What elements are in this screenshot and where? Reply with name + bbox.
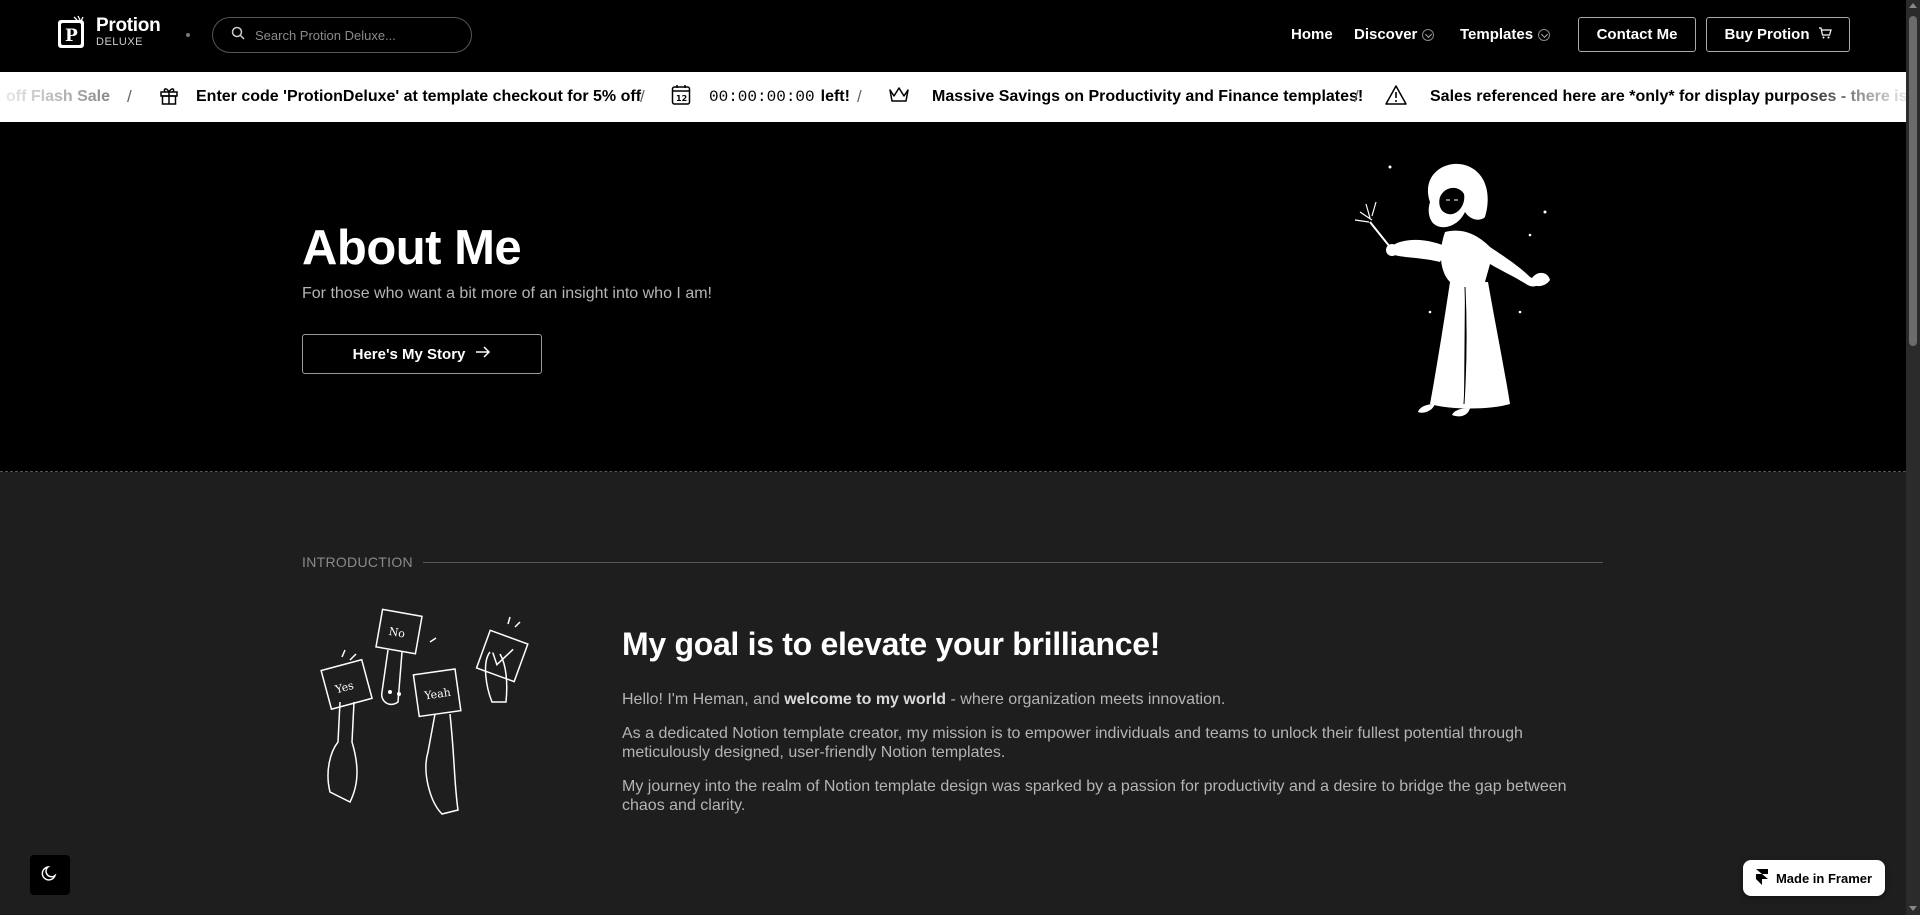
moon-icon	[41, 864, 59, 887]
svg-text:P: P	[65, 26, 78, 46]
intro-heading: My goal is to elevate your brilliance!	[622, 626, 1161, 662]
warning-icon	[1384, 84, 1408, 111]
made-in-framer-badge[interactable]: Made in Framer	[1743, 860, 1885, 896]
heres-my-story-label: Here's My Story	[352, 345, 466, 363]
framer-icon	[1755, 868, 1768, 888]
page-title: About Me	[302, 221, 522, 275]
wizard-girl-illustration	[1340, 142, 1580, 442]
calendar-icon: 12	[671, 84, 691, 111]
ticker-separator: /	[127, 87, 132, 106]
buy-protion-button[interactable]: Buy Protion	[1706, 17, 1850, 52]
section-label: INTRODUCTION	[302, 554, 413, 570]
framer-badge-label: Made in Framer	[1775, 870, 1873, 886]
chevron-down-icon	[1422, 28, 1435, 41]
ticker-savings-item: Massive Savings on Productivity and Fina…	[888, 72, 1363, 122]
ticker-separator: /	[640, 87, 645, 106]
intro-p1-suffix: - where organization meets innovation.	[946, 691, 1226, 708]
scroll-up-arrow-icon[interactable]	[1909, 3, 1917, 8]
svg-text:12: 12	[676, 94, 687, 103]
search-icon	[231, 26, 245, 45]
gift-icon	[158, 84, 180, 111]
scrollbar-thumb[interactable]	[1909, 16, 1917, 346]
heres-my-story-button[interactable]: Here's My Story	[302, 334, 542, 374]
ticker-separator: /	[857, 87, 862, 106]
site-header: P Protion DELUXE Home Discover Templates…	[0, 0, 1906, 72]
page-scrollbar[interactable]	[1906, 0, 1920, 915]
countdown-suffix: left!	[820, 88, 850, 105]
about-hero: About Me For those who want a bit more o…	[0, 122, 1906, 472]
intro-p1-prefix: Hello! I'm Heman, and	[622, 691, 785, 708]
voting-hands-illustration: Yes No Yeah	[310, 602, 560, 822]
ticker-code-item: Enter code 'ProtionDeluxe' at template c…	[158, 72, 641, 122]
svg-text:Yeah: Yeah	[423, 686, 452, 703]
nav-home[interactable]: Home	[1291, 26, 1333, 43]
promo-ticker: off Flash Sale / Enter code 'ProtionDelu…	[0, 72, 1906, 122]
contact-me-button[interactable]: Contact Me	[1578, 17, 1696, 52]
intro-paragraph-2: As a dedicated Notion template creator, …	[622, 725, 1523, 762]
scroll-down-arrow-icon[interactable]	[1909, 906, 1917, 911]
divider-dot	[186, 33, 190, 37]
arrow-right-icon	[475, 345, 491, 363]
introduction-section: INTRODUCTION Yes No Yeah My goal is to e…	[0, 472, 1906, 915]
ticker-flash-sale: off Flash Sale	[6, 88, 111, 105]
search-box[interactable]	[212, 17, 472, 53]
dark-mode-toggle[interactable]	[30, 855, 70, 895]
ticker-countdown-item: 12 00:00:00:00 left!	[671, 72, 850, 122]
ticker-separator: /	[1354, 87, 1359, 106]
ticker-savings-text: Massive Savings on Productivity and Fina…	[932, 88, 1364, 105]
section-divider	[423, 562, 1603, 563]
intro-paragraph-1: Hello! I'm Heman, and welcome to my worl…	[622, 690, 1607, 709]
svg-text:Yes: Yes	[333, 679, 356, 697]
nav-templates-label: Templates	[1460, 26, 1534, 43]
countdown-timer: 00:00:00:00	[709, 88, 815, 106]
svg-text:No: No	[388, 625, 407, 641]
hero-subtitle: For those who want a bit more of an insi…	[302, 285, 712, 302]
ticker-code-text: Enter code 'ProtionDeluxe' at template c…	[196, 88, 642, 105]
logo-subtitle: DELUXE	[96, 36, 144, 48]
search-input[interactable]	[255, 27, 455, 43]
logo[interactable]: P Protion DELUXE	[56, 14, 161, 50]
ticker-disclaimer-item: Sales referenced here are *only* for dis…	[1384, 72, 1906, 122]
logo-title: Protion	[96, 15, 161, 36]
ticker-disclaimer-text: Sales referenced here are *only* for dis…	[1430, 88, 1906, 105]
intro-paragraph-3: My journey into the realm of Notion temp…	[622, 778, 1567, 815]
nav-discover[interactable]: Discover	[1354, 26, 1435, 43]
chevron-down-icon	[1538, 28, 1551, 41]
protion-logo-icon: P	[56, 14, 88, 50]
buy-protion-label: Buy Protion	[1724, 26, 1810, 43]
cart-icon	[1818, 26, 1832, 44]
crown-icon	[888, 85, 910, 110]
intro-p1-bold: welcome to my world	[784, 691, 947, 708]
nav-discover-label: Discover	[1354, 26, 1418, 43]
nav-templates[interactable]: Templates	[1460, 26, 1551, 43]
